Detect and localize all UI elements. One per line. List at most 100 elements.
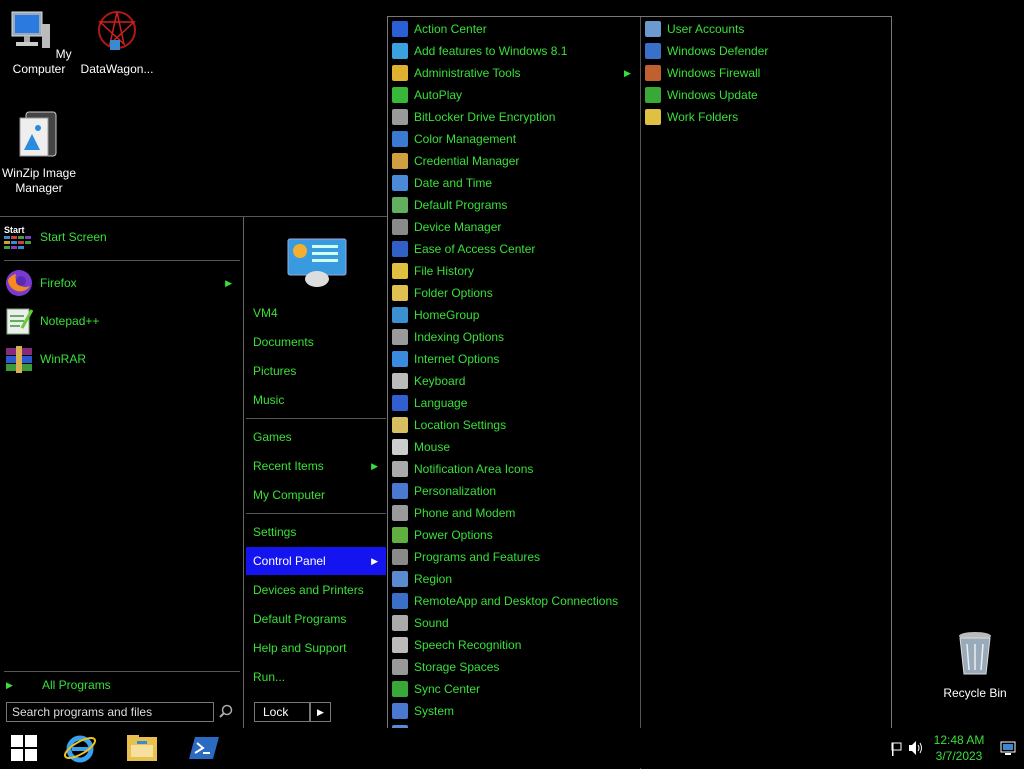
submenu-arrow-icon: ▶ xyxy=(371,460,378,471)
right-item-pictures[interactable]: Pictures xyxy=(246,357,386,385)
control-panel-item[interactable]: HomeGroup xyxy=(388,304,479,326)
start-screen-icon: Start xyxy=(4,222,34,252)
control-panel-item-label: Personalization xyxy=(414,484,497,498)
right-item-run[interactable]: Run... xyxy=(246,663,386,691)
control-panel-item[interactable]: Administrative Tools ▶ xyxy=(388,62,631,84)
taskbar-file-explorer[interactable] xyxy=(120,730,164,766)
control-panel-item[interactable]: Windows Defender xyxy=(641,40,768,62)
right-item-settings[interactable]: Settings xyxy=(246,518,386,546)
control-panel-item[interactable]: Windows Firewall xyxy=(641,62,760,84)
control-panel-item-label: Indexing Options xyxy=(414,330,505,344)
start-button[interactable] xyxy=(2,730,46,766)
control-panel-item-icon xyxy=(645,109,661,125)
control-panel-item[interactable]: Location Settings xyxy=(388,414,506,436)
control-panel-item-label: Default Programs xyxy=(414,198,508,212)
right-item-recent-items[interactable]: Recent Items ▶ xyxy=(246,452,386,480)
pinned-item-firefox[interactable]: Firefox ▶ xyxy=(4,267,240,299)
right-item-label: Documents xyxy=(253,335,314,349)
control-panel-item[interactable]: Keyboard xyxy=(388,370,465,392)
start-screen-item[interactable]: Start Start Screen xyxy=(4,221,240,253)
action-center-flag-icon[interactable] xyxy=(891,742,903,756)
control-panel-item[interactable]: Power Options xyxy=(388,524,493,546)
control-panel-item[interactable]: Speech Recognition xyxy=(388,634,521,656)
control-panel-item[interactable]: Date and Time xyxy=(388,172,492,194)
control-panel-item[interactable]: Programs and Features xyxy=(388,546,540,568)
control-panel-item-icon xyxy=(645,21,661,37)
control-panel-item-label: HomeGroup xyxy=(414,308,480,322)
right-item-music[interactable]: Music xyxy=(246,386,386,414)
control-panel-item-label: Sync Center xyxy=(414,682,481,696)
desktop-icon-my-computer[interactable]: My Computer xyxy=(0,8,78,77)
control-panel-item[interactable]: System xyxy=(388,700,454,722)
control-panel-item[interactable]: Action Center xyxy=(388,18,487,40)
control-panel-item[interactable]: Indexing Options xyxy=(388,326,504,348)
taskbar-powershell[interactable] xyxy=(182,730,226,766)
clock-date[interactable]: 3/7/2023 xyxy=(929,749,989,763)
taskbar-internet-explorer[interactable] xyxy=(58,730,102,766)
control-panel-item-icon xyxy=(392,439,408,455)
control-panel-item[interactable]: RemoteApp and Desktop Connections xyxy=(388,590,618,612)
recycle-bin-icon xyxy=(959,632,991,675)
control-panel-item-icon xyxy=(392,197,408,213)
control-panel-item[interactable]: File History xyxy=(388,260,474,282)
search-icon[interactable] xyxy=(216,703,236,723)
control-panel-item[interactable]: Storage Spaces xyxy=(388,656,499,678)
control-panel-item[interactable]: Work Folders xyxy=(641,106,738,128)
control-panel-item[interactable]: Windows Update xyxy=(641,84,758,106)
control-panel-item[interactable]: Ease of Access Center xyxy=(388,238,535,260)
control-panel-item[interactable]: Folder Options xyxy=(388,282,493,304)
right-item-games[interactable]: Games xyxy=(246,423,386,451)
lock-options-arrow-icon[interactable]: ▶ xyxy=(310,702,331,722)
control-panel-item[interactable]: Notification Area Icons xyxy=(388,458,533,480)
control-panel-item[interactable]: Sync Center xyxy=(388,678,480,700)
system-tray: 12:48 AM 3/7/2023 xyxy=(889,728,1024,768)
control-panel-item[interactable]: Default Programs xyxy=(388,194,507,216)
control-panel-item-icon xyxy=(392,219,408,235)
right-item-label: VM4 xyxy=(253,306,278,320)
desktop-icon-datawagon[interactable]: DataWagon... xyxy=(78,8,156,77)
control-panel-item-icon xyxy=(392,373,408,389)
lock-button[interactable]: Lock xyxy=(254,702,310,722)
control-panel-item[interactable]: Internet Options xyxy=(388,348,499,370)
pinned-item-notepad-plus-plus[interactable]: Notepad++ xyxy=(4,305,240,337)
desktop-icon-winzip-image-manager[interactable]: WinZip Image Manager xyxy=(0,110,78,196)
control-panel-item[interactable]: Device Manager xyxy=(388,216,501,238)
control-panel-item[interactable]: Sound xyxy=(388,612,449,634)
control-panel-item[interactable]: AutoPlay xyxy=(388,84,462,106)
control-panel-item-icon xyxy=(392,329,408,345)
control-panel-item[interactable]: Personalization xyxy=(388,480,496,502)
control-panel-item[interactable]: Mouse xyxy=(388,436,450,458)
control-panel-item-icon xyxy=(392,417,408,433)
control-panel-item[interactable]: User Accounts xyxy=(641,18,744,40)
control-panel-item-label: Action Center xyxy=(414,22,487,36)
control-panel-item-icon xyxy=(392,307,408,323)
right-item-devices-and-printers[interactable]: Devices and Printers xyxy=(246,576,386,604)
right-item-my-computer[interactable]: My Computer xyxy=(246,481,386,509)
control-panel-item-icon xyxy=(392,285,408,301)
clock-time[interactable]: 12:48 AM xyxy=(929,733,989,747)
right-item-documents[interactable]: Documents xyxy=(246,328,386,356)
right-item-help-and-support[interactable]: Help and Support xyxy=(246,634,386,662)
volume-icon[interactable] xyxy=(908,740,924,756)
all-programs-item[interactable]: ▶ All Programs xyxy=(4,673,240,697)
right-item-default-programs[interactable]: Default Programs xyxy=(246,605,386,633)
desktop-icon-recycle-bin[interactable]: Recycle Bin xyxy=(936,630,1014,701)
control-panel-item[interactable]: Color Management xyxy=(388,128,516,150)
control-panel-item[interactable]: Phone and Modem xyxy=(388,502,515,524)
winzip-image-icon xyxy=(19,111,57,157)
pinned-item-winrar[interactable]: WinRAR xyxy=(4,343,240,375)
control-panel-item-label: Date and Time xyxy=(414,176,493,190)
control-panel-item[interactable]: BitLocker Drive Encryption xyxy=(388,106,555,128)
control-panel-item[interactable]: Region xyxy=(388,568,452,590)
control-panel-item[interactable]: Add features to Windows 8.1 xyxy=(388,40,567,62)
control-panel-item[interactable]: Credential Manager xyxy=(388,150,519,172)
windows-logo-icon xyxy=(11,735,37,761)
search-input[interactable]: Search programs and files xyxy=(6,702,214,722)
control-panel-item-label: Speech Recognition xyxy=(414,638,522,652)
control-panel-item[interactable]: Language xyxy=(388,392,467,414)
right-item-label: Run... xyxy=(253,670,286,684)
show-desktop-icon[interactable] xyxy=(1000,740,1016,756)
internet-explorer-icon xyxy=(63,735,97,763)
right-item-vm4[interactable]: VM4 xyxy=(246,299,386,327)
right-item-control-panel[interactable]: Control Panel ▶ xyxy=(246,547,386,575)
